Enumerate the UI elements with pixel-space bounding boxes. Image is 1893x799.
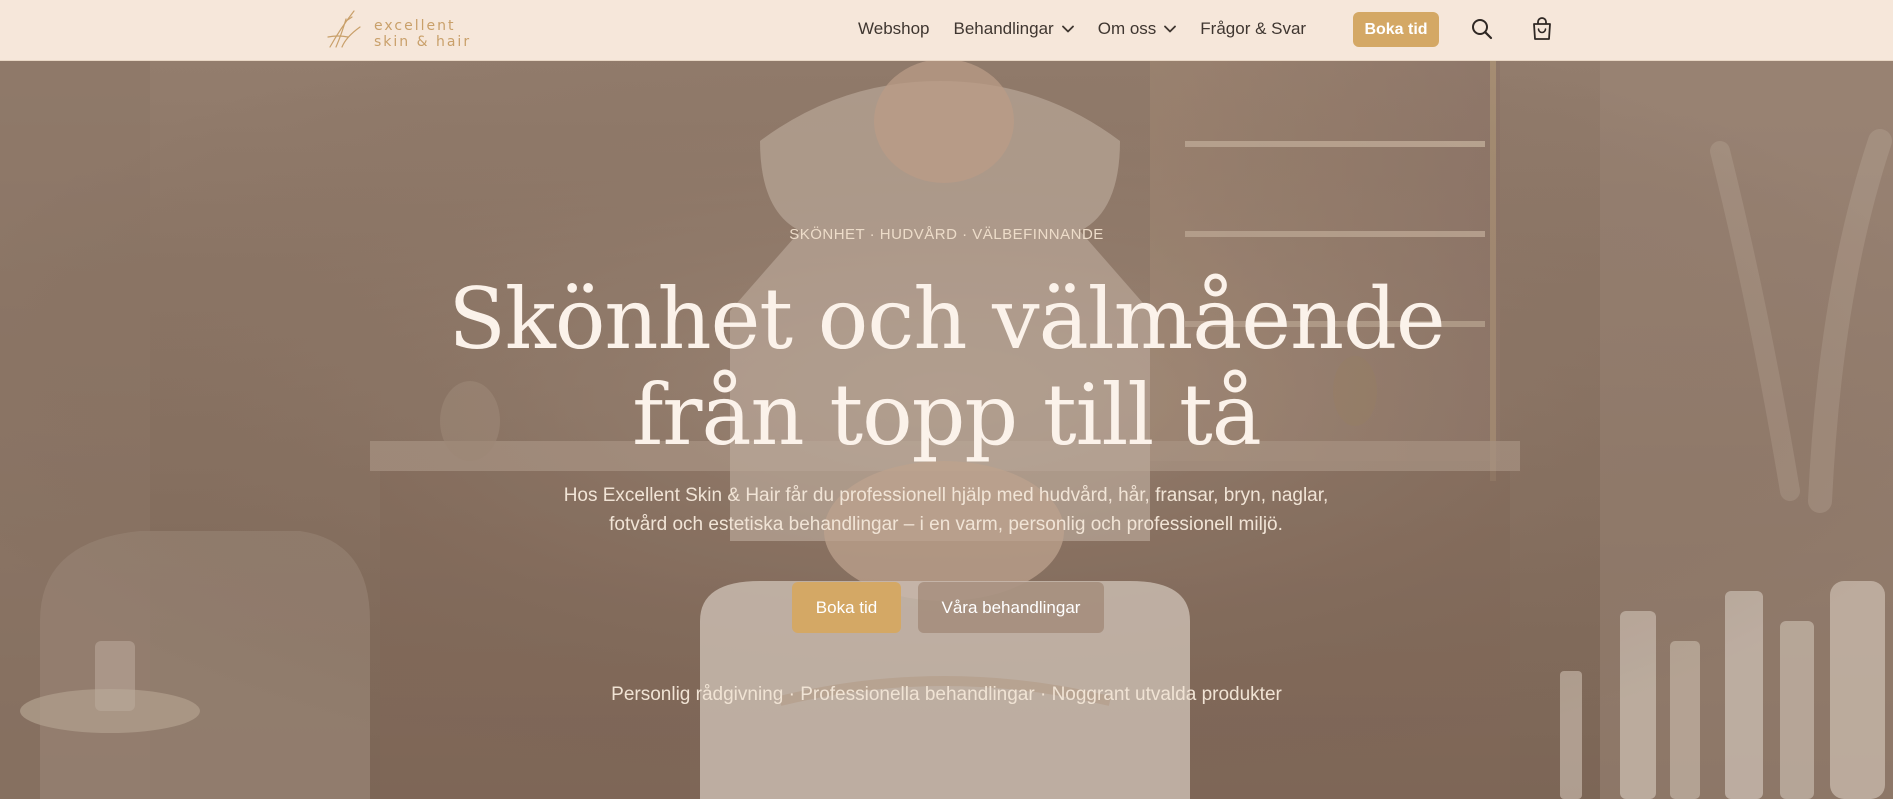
hero-description: Hos Excellent Skin & Hair får du profess… [563, 485, 1329, 535]
nav-item-label: Frågor & Svar [1200, 18, 1307, 38]
nav-item-label: Behandlingar [953, 18, 1054, 38]
nav-item-webshop[interactable]: Webshop [858, 19, 930, 39]
logo-line-1: excellent [374, 18, 456, 34]
hero-section: SKÖNHET · HUDVÅRD · VÄLBEFINNANDE Skönhe… [0, 61, 1893, 799]
logo-line-2: skin & hair [374, 34, 472, 50]
site-header: excellent skin & hair Webshop Behandling… [0, 0, 1893, 61]
chevron-down-icon [1061, 25, 1074, 33]
hero-headline-line-1: Skönhet och välmående [448, 270, 1445, 368]
hero-trust-line: Personlig rådgivning · Professionella be… [611, 684, 1282, 705]
logo[interactable]: excellent skin & hair [324, 7, 474, 51]
book-appointment-button[interactable]: Boka tid [792, 582, 901, 633]
search-icon [1472, 19, 1493, 40]
nav-item-label: Webshop [858, 18, 930, 38]
hero-headline-line-2: från topp till tå [632, 366, 1262, 464]
shopping-bag-icon [1533, 17, 1551, 40]
hero-headline: Skönhet och välmående från topp till tå [0, 271, 1893, 463]
hero-cta-row: Boka tid Våra behandlingar [792, 582, 1104, 633]
header-book-button[interactable]: Boka tid [1353, 12, 1439, 47]
search-button[interactable] [1469, 16, 1495, 42]
logo-mark-icon [327, 10, 361, 48]
nav-item-om-oss[interactable]: Om oss [1098, 19, 1177, 39]
chevron-down-icon [1164, 25, 1177, 33]
nav-item-behandlingar[interactable]: Behandlingar [954, 19, 1074, 39]
main-nav: Webshop Behandlingar Om oss Frågor & Sva… [858, 0, 1330, 57]
cart-button[interactable] [1529, 16, 1555, 42]
nav-item-label: Om oss [1097, 18, 1157, 38]
hero-eyebrow: SKÖNHET · HUDVÅRD · VÄLBEFINNANDE [789, 226, 1104, 243]
treatments-button[interactable]: Våra behandlingar [918, 582, 1104, 633]
logo-text: excellent skin & hair [374, 18, 471, 50]
nav-item-fragor-svar[interactable]: Frågor & Svar [1200, 19, 1306, 39]
